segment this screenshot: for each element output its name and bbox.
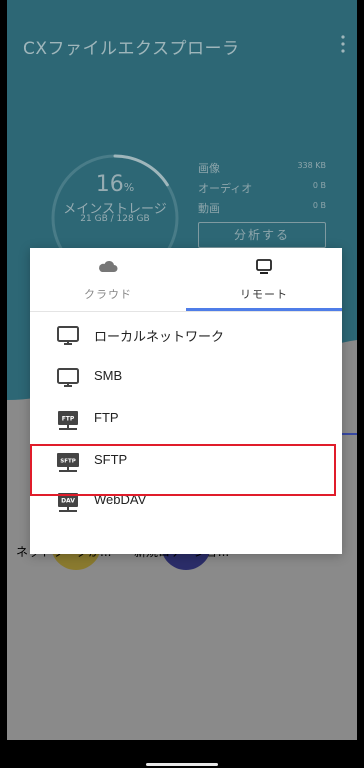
tab-remote[interactable]: リモート: [186, 248, 342, 308]
analyze-button[interactable]: 分析する: [198, 222, 326, 248]
svg-text:FTP: FTP: [62, 416, 75, 423]
monitor-icon: [57, 368, 79, 387]
more-vert-icon[interactable]: [337, 34, 349, 54]
list-item-local-network[interactable]: ローカルネットワーク: [30, 312, 342, 360]
storage-usage: 21 GB / 128 GB: [80, 214, 150, 224]
app-title: CXファイルエクスプローラ: [23, 39, 240, 59]
monitor-icon: [256, 259, 272, 274]
app-bar: CXファイルエクスプローラ: [7, 0, 357, 90]
tab-indicator-fragment: [340, 433, 357, 435]
cloud-icon: [99, 260, 118, 272]
stat-video: 動画 0 B: [198, 201, 326, 215]
list-item-smb[interactable]: SMB: [30, 354, 342, 402]
storage-percent: 16%: [95, 172, 135, 197]
stat-audio: オーディオ 0 B: [198, 181, 326, 195]
list-item-ftp[interactable]: FTP FTP: [30, 396, 342, 444]
stat-images: 画像 338 KB: [198, 161, 326, 175]
tab-cloud[interactable]: クラウド: [30, 248, 186, 308]
webdav-highlight-box: [30, 444, 336, 496]
ftp-server-icon: FTP: [58, 411, 78, 430]
remote-location-dialog: クラウド リモート ローカルネットワーク SMB FTP FTP SFTP SF…: [30, 248, 342, 554]
svg-text:DAV: DAV: [61, 498, 75, 505]
monitor-icon: [57, 326, 79, 345]
home-gesture-handle[interactable]: [146, 763, 218, 766]
